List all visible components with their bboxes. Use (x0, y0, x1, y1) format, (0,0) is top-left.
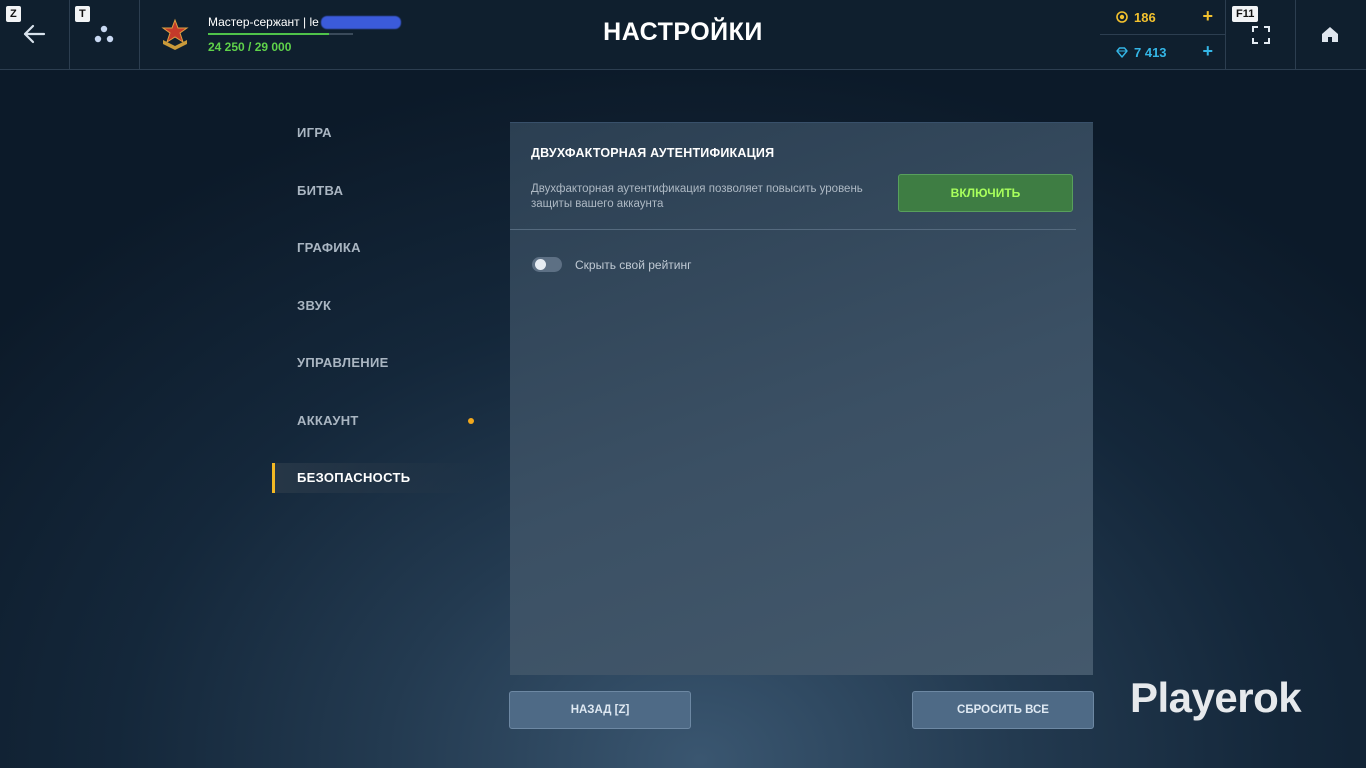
xp-text: 24 250 / 29 000 (208, 40, 292, 54)
xp-progress-bar (208, 33, 353, 35)
settings-sidebar: ИГРА БИТВА ГРАФИКА ЗВУК УПРАВЛЕНИЕ АККАУ… (272, 118, 487, 521)
hotkey-badge-back: Z (6, 6, 21, 22)
diamond-icon (1116, 47, 1128, 58)
section-title-2fa: ДВУХФАКТОРНАЯ АУТЕНТИФИКАЦИЯ (531, 146, 775, 160)
redacted-player-name (320, 16, 401, 30)
gold-balance: 186 (1116, 10, 1156, 25)
hotkey-badge-social: T (75, 6, 90, 22)
fullscreen-button[interactable]: F11 (1226, 0, 1296, 69)
player-profile[interactable]: Мастер-сержант | le 24 250 / 29 000 (140, 0, 600, 69)
currency-divider (1100, 34, 1225, 35)
add-gems-button[interactable]: + (1202, 41, 1213, 62)
hotkey-badge-fullscreen: F11 (1232, 6, 1259, 22)
sidebar-item-label: УПРАВЛЕНИЕ (297, 355, 389, 370)
sidebar-item-game[interactable]: ИГРА (272, 118, 487, 148)
watermark: Playerok (1130, 674, 1302, 721)
sidebar-item-account[interactable]: АККАУНТ (272, 406, 487, 436)
sidebar-item-graphics[interactable]: ГРАФИКА (272, 233, 487, 263)
friends-icon (94, 25, 114, 43)
enable-2fa-button[interactable]: ВКЛЮЧИТЬ (898, 174, 1073, 212)
fullscreen-icon (1252, 26, 1270, 44)
gold-coin-icon (1116, 11, 1128, 23)
security-settings-panel: ДВУХФАКТОРНАЯ АУТЕНТИФИКАЦИЯ Двухфакторн… (510, 122, 1093, 675)
top-bar: Z T Мастер-сержант | le 24 250 / 29 000 … (0, 0, 1366, 70)
xp-progress-fill (208, 33, 330, 35)
notification-dot (468, 417, 474, 424)
add-gold-button[interactable]: + (1202, 6, 1213, 27)
home-button[interactable] (1295, 0, 1366, 69)
back-button[interactable]: Z (0, 0, 70, 69)
sidebar-item-label: ГРАФИКА (297, 240, 361, 255)
arrow-left-icon (23, 24, 46, 44)
sidebar-item-sound[interactable]: ЗВУК (272, 291, 487, 321)
sidebar-item-label: ЗВУК (297, 297, 332, 313)
sidebar-item-security[interactable]: БЕЗОПАСНОСТЬ (272, 463, 487, 493)
sidebar-item-battle[interactable]: БИТВА (272, 176, 487, 206)
currency-panel: 186 + 7 413 + (1100, 0, 1226, 69)
section-description-2fa: Двухфакторная аутентификация позволяет п… (531, 183, 863, 210)
hide-rating-label: Скрыть свой рейтинг (575, 258, 692, 272)
hide-rating-toggle[interactable] (532, 257, 562, 272)
section-divider (510, 229, 1076, 230)
home-icon (1322, 27, 1338, 42)
sidebar-item-label: БЕЗОПАСНОСТЬ (297, 470, 411, 485)
social-button[interactable]: T (69, 0, 140, 69)
toggle-knob (535, 259, 546, 270)
sidebar-item-label: АККАУНТ (297, 412, 359, 428)
gems-balance: 7 413 (1116, 45, 1167, 60)
rank-title: Мастер-сержант | le (208, 15, 401, 30)
sidebar-item-controls[interactable]: УПРАВЛЕНИЕ (272, 348, 487, 378)
rank-insignia-icon (161, 18, 189, 50)
back-footer-button[interactable]: НАЗАД [Z] (509, 691, 691, 729)
sidebar-item-label: ИГРА (297, 125, 332, 140)
reset-all-button[interactable]: СБРОСИТЬ ВСЕ (912, 691, 1094, 729)
sidebar-item-label: БИТВА (297, 182, 344, 198)
